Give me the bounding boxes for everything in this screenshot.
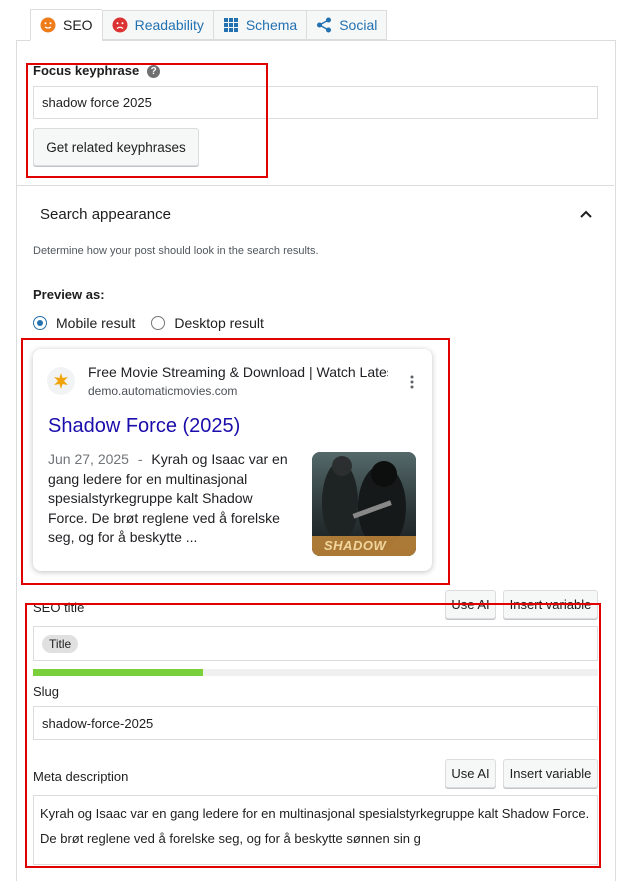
tab-social[interactable]: Social [306,10,388,40]
preview-site-title: Free Movie Streaming & Download | Watch … [88,364,388,380]
preview-site-url: demo.automaticmovies.com [88,384,238,398]
tab-schema[interactable]: Schema [212,10,307,40]
more-vertical-icon[interactable] [408,374,416,395]
preview-snippet-block: Jun 27, 2025 - Kyrah og Isaac var en gan… [48,450,296,548]
search-appearance-description: Determine how your post should look in t… [33,245,319,257]
tab-label: Readability [134,17,204,33]
share-icon [316,17,332,33]
tab-readability[interactable]: Readability [101,10,213,40]
section-divider [17,185,614,186]
star-burst-icon [54,373,68,389]
seo-title-label: SEO title [33,600,85,615]
orange-smiley-icon [40,17,56,33]
slug-input[interactable]: shadow-force-2025 [33,706,598,740]
chevron-up-icon[interactable] [578,206,594,227]
preview-page-title[interactable]: Shadow Force (2025) [48,415,240,438]
desktop-result-radio[interactable] [151,316,166,330]
help-icon[interactable]: ? [147,65,161,78]
preview-as-label: Preview as: [33,287,105,302]
preview-separator: - [137,451,143,467]
site-favicon [47,367,75,395]
preview-mode-radios: Mobile result Desktop result [33,315,264,331]
search-appearance-heading[interactable]: Search appearance [40,206,171,223]
mobile-result-label[interactable]: Mobile result [56,315,135,331]
tab-label: SEO [63,17,93,33]
metabox-tabs: SEO Readability Schema Social [30,9,388,41]
title-variable-token[interactable]: Title [42,634,79,653]
tab-label: Schema [245,17,298,33]
grid-icon [223,17,239,33]
thumbnail-title-text: SHADOW [324,538,387,553]
seo-title-length-progress [33,669,598,676]
seo-title-input[interactable]: Title [33,626,598,661]
red-sad-face-icon [112,17,128,33]
slug-label: Slug [33,684,60,699]
mobile-result-radio[interactable] [33,316,47,330]
meta-insert-variable-button[interactable]: Insert variable [503,759,598,788]
tab-seo[interactable]: SEO [30,9,102,41]
tab-label: Social [339,17,378,33]
focus-keyphrase-input[interactable]: shadow force 2025 [33,86,598,119]
preview-thumbnail: SHADOW [312,452,416,556]
meta-use-ai-button[interactable]: Use AI [445,759,496,788]
meta-description-input[interactable]: Kyrah og Isaac var en gang ledere for en… [33,795,598,865]
focus-keyphrase-label-row: Focus keyphrase? [33,62,161,80]
seo-title-insert-variable-button[interactable]: Insert variable [503,590,598,619]
preview-date: Jun 27, 2025 [48,451,129,467]
meta-description-label: Meta description [33,769,129,784]
get-related-keyphrases-button[interactable]: Get related keyphrases [33,128,199,166]
google-mobile-preview-card: Free Movie Streaming & Download | Watch … [33,349,432,571]
focus-keyphrase-label: Focus keyphrase [33,63,140,78]
desktop-result-label[interactable]: Desktop result [174,315,263,331]
progress-fill [33,669,203,676]
seo-title-use-ai-button[interactable]: Use AI [445,590,496,619]
